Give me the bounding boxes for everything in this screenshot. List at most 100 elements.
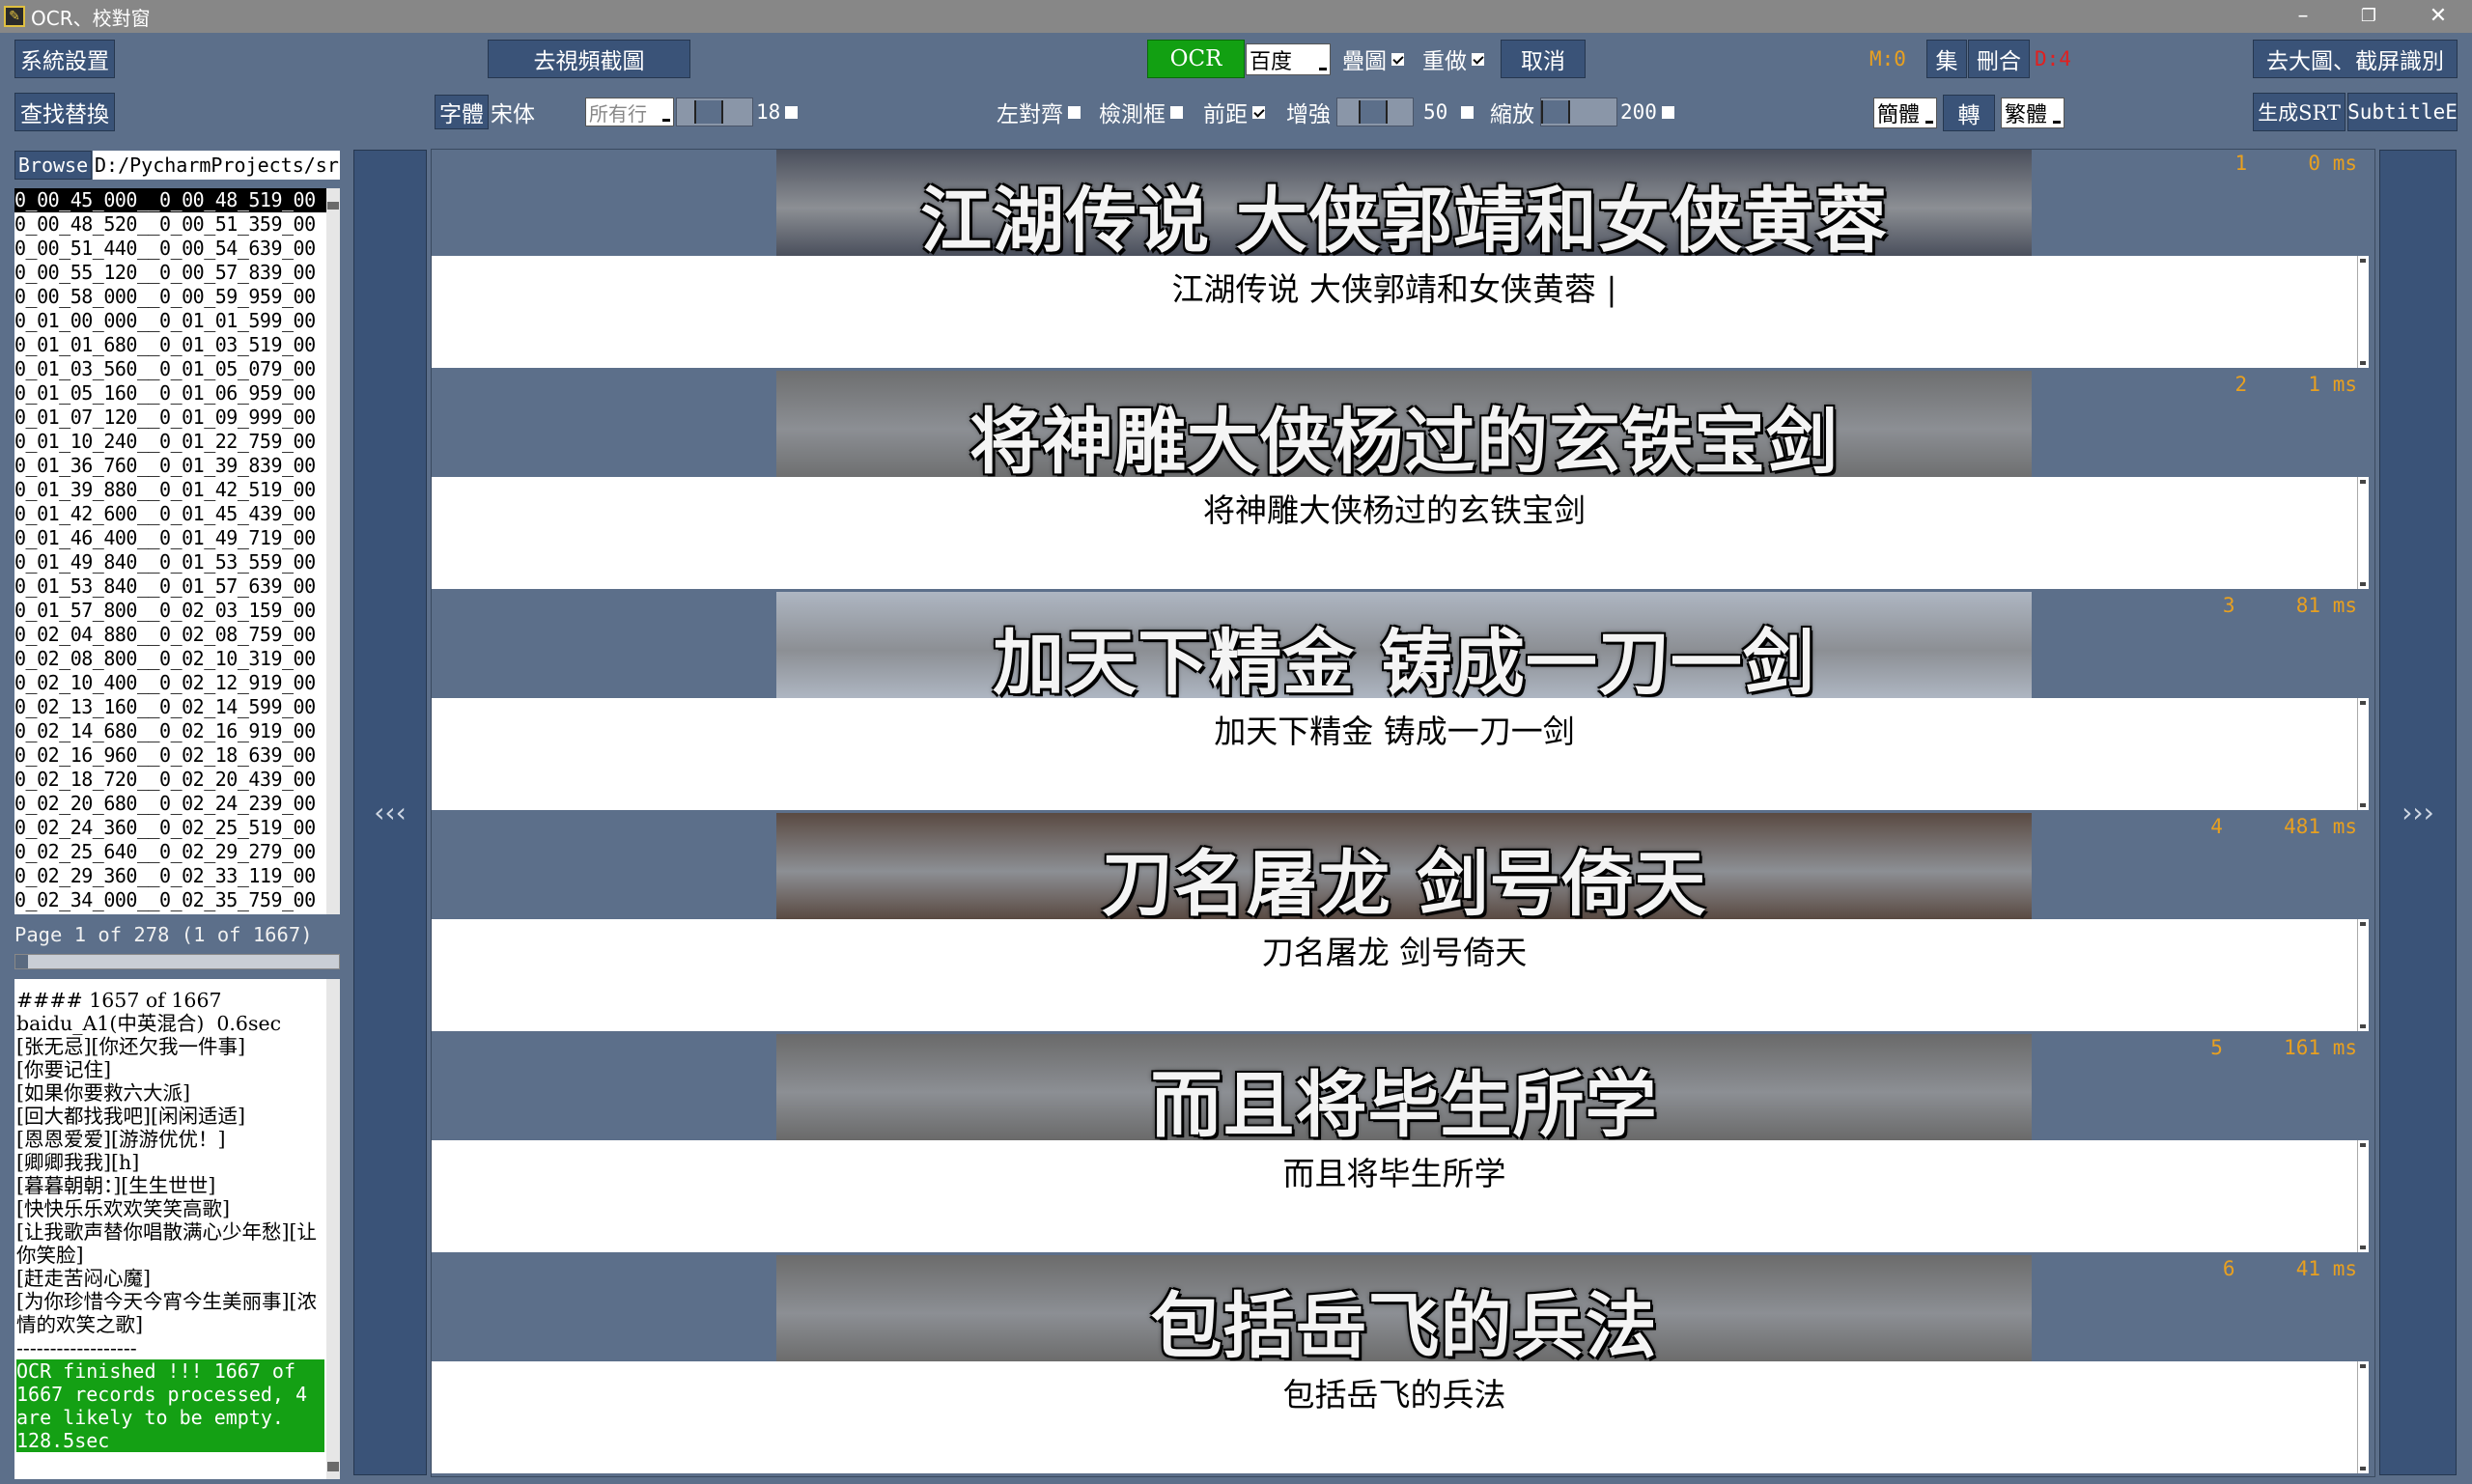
text-scrollbar[interactable] <box>2357 256 2369 368</box>
enhance-checkbox[interactable] <box>1461 105 1475 119</box>
ocr-text-editor[interactable]: 刀名屠龙 剑号倚天 <box>432 919 2357 1031</box>
slider-handle[interactable] <box>1359 100 1388 124</box>
file-list-item[interactable]: 0_01_46_400__0_01_49_719_00 <box>14 526 326 550</box>
traditional-select[interactable]: 繁體 <box>2001 98 2065 128</box>
zoom-slider[interactable] <box>1540 98 1617 126</box>
cancel-button[interactable]: 取消 <box>1501 40 1586 78</box>
file-list-item[interactable]: 0_00_48_520__0_00_51_359_00 <box>14 212 326 237</box>
file-list-item[interactable]: 0_00_55_120__0_00_57_839_00 <box>14 261 326 285</box>
file-list-item[interactable]: 0_01_57_800__0_02_03_159_00 <box>14 599 326 623</box>
file-list-item[interactable]: 0_02_10_400__0_02_12_919_00 <box>14 671 326 695</box>
text-scrollbar[interactable] <box>2357 477 2369 589</box>
file-list-item[interactable]: 0_02_14_680__0_02_16_919_00 <box>14 719 326 743</box>
subtitle-frame-image[interactable]: 包括岳飞的兵法 <box>776 1255 2032 1361</box>
text-scrollbar[interactable] <box>2357 919 2369 1031</box>
prev-page-button[interactable]: ‹‹‹ <box>353 150 427 1475</box>
file-list-item[interactable]: 0_00_58_000__0_00_59_959_00 <box>14 285 326 309</box>
file-list-item[interactable]: 0_02_04_880__0_02_08_759_00 <box>14 623 326 647</box>
ocr-engine-select[interactable]: 百度 <box>1246 43 1331 75</box>
scrollbar-thumb[interactable] <box>327 202 339 210</box>
frame-caption: 江湖传说 大侠郭靖和女侠黄蓉 <box>920 180 1888 256</box>
font-size-slider[interactable] <box>676 98 753 126</box>
redo-toggle[interactable]: 重做 <box>1422 42 1484 76</box>
settings-button[interactable]: 系統設置 <box>14 40 115 78</box>
file-list-item[interactable]: 0_00_51_440__0_00_54_639_00 <box>14 237 326 261</box>
ocr-text-editor[interactable]: 江湖传说 大侠郭靖和女侠黄蓉 | <box>432 256 2357 368</box>
generate-srt-button[interactable]: 生成SRT <box>2253 93 2346 131</box>
file-list-item[interactable]: 0_02_13_160__0_02_14_599_00 <box>14 695 326 719</box>
page-progress-bar[interactable] <box>14 954 340 969</box>
align-left-checkbox[interactable] <box>1068 105 1081 119</box>
enhance-slider[interactable] <box>1336 98 1414 126</box>
scrollbar-thumb[interactable] <box>327 1462 339 1471</box>
zoom-checkbox[interactable] <box>1661 105 1674 119</box>
text-scrollbar[interactable] <box>2357 1361 2369 1473</box>
collect-button[interactable]: 集 <box>1926 40 1967 78</box>
file-list-item[interactable]: 0_01_42_600__0_01_45_439_00 <box>14 502 326 526</box>
file-list-item[interactable]: 0_01_07_120__0_01_09_999_00 <box>14 406 326 430</box>
file-list-item[interactable]: 0_02_29_360__0_02_33_119_00 <box>14 864 326 888</box>
overlay-toggle[interactable]: 疊圖 <box>1342 42 1404 76</box>
subtitle-frame-image[interactable]: 刀名屠龙 剑号倚天 <box>776 813 2032 919</box>
file-list-scrollbar[interactable] <box>326 188 340 914</box>
subtitle-frame-image[interactable]: 将神雕大侠杨过的玄铁宝剑 <box>776 371 2032 477</box>
ocr-text-editor[interactable]: 而且将毕生所学 <box>432 1140 2357 1252</box>
text-scrollbar[interactable] <box>2357 1140 2369 1252</box>
file-list-item[interactable]: 0_02_08_800__0_02_10_319_00 <box>14 647 326 671</box>
minimize-button[interactable]: – <box>2269 0 2337 33</box>
goto-video-capture-button[interactable]: 去視頻截圖 <box>488 40 690 78</box>
file-list-item[interactable]: 0_02_18_720__0_02_20_439_00 <box>14 768 326 792</box>
scope-select[interactable]: 所有行 <box>585 98 674 126</box>
subtitle-edit-button[interactable]: SubtitleE <box>2347 93 2458 131</box>
browse-button[interactable]: Browse <box>14 151 92 180</box>
subtitle-frame-image[interactable]: 加天下精金 铸成一刀一剑 <box>776 592 2032 698</box>
file-list-item[interactable]: 0_01_00_000__0_01_01_599_00 <box>14 309 326 333</box>
ocr-text-editor[interactable]: 将神雕大侠杨过的玄铁宝剑 <box>432 477 2357 589</box>
file-list-item[interactable]: 0_02_34_000__0_02_35_759_00 <box>14 888 326 912</box>
log-scrollbar[interactable] <box>326 979 340 1479</box>
file-list-item[interactable]: 0_02_24_360__0_02_25_519_00 <box>14 816 326 840</box>
m-counter: M:0 <box>1869 47 1906 70</box>
file-list-item[interactable]: 0_00_45_000__0_00_48_519_00 <box>14 188 326 212</box>
big-image-screen-ocr-button[interactable]: 去大圖、截屏識別 <box>2253 40 2458 78</box>
file-list-item[interactable]: 0_01_10_240__0_01_22_759_00 <box>14 430 326 454</box>
file-list-item[interactable]: 0_01_49_840__0_01_53_559_00 <box>14 550 326 574</box>
restore-button[interactable]: ❐ <box>2335 0 2402 33</box>
frame-caption: 将神雕大侠杨过的玄铁宝剑 <box>969 401 1839 477</box>
file-list-item[interactable]: 0_01_39_880__0_01_42_519_00 <box>14 478 326 502</box>
detect-box-checkbox[interactable] <box>1170 105 1183 119</box>
file-list-item[interactable]: 0_01_03_560__0_01_05_079_00 <box>14 357 326 381</box>
file-list-item[interactable]: 0_02_25_640__0_02_29_279_00 <box>14 840 326 864</box>
simplified-select[interactable]: 簡體 <box>1873 98 1937 128</box>
slider-handle[interactable] <box>1541 100 1570 124</box>
convert-button[interactable]: 轉 <box>1943 95 1995 131</box>
font-size-checkbox[interactable] <box>785 105 799 119</box>
subtitle-frame-image[interactable]: 而且将毕生所学 <box>776 1034 2032 1140</box>
redo-checkbox[interactable] <box>1472 52 1484 66</box>
delete-merge-button[interactable]: 刪合 <box>1968 40 2030 78</box>
subtitle-frame-image[interactable]: 江湖传说 大侠郭靖和女侠黄蓉 <box>776 150 2032 256</box>
slider-handle[interactable] <box>694 100 723 124</box>
file-list-item[interactable]: 0_01_36_760__0_01_39_839_00 <box>14 454 326 478</box>
file-list-item[interactable]: 0_01_01_680__0_01_03_519_00 <box>14 333 326 357</box>
find-replace-button[interactable]: 查找替換 <box>14 93 115 131</box>
text-scrollbar[interactable] <box>2357 698 2369 810</box>
next-page-button[interactable]: ››› <box>2379 150 2457 1475</box>
path-field[interactable]: D:/PycharmProjects/sr <box>93 151 340 180</box>
detect-box-toggle[interactable]: 檢測框 <box>1099 95 1183 129</box>
ocr-text-editor[interactable]: 加天下精金 铸成一刀一剑 <box>432 698 2357 810</box>
ocr-text-editor[interactable]: 包括岳飞的兵法 <box>432 1361 2357 1473</box>
overlay-checkbox[interactable] <box>1391 52 1404 66</box>
ocr-button[interactable]: OCR <box>1147 40 1245 78</box>
file-list-item[interactable]: 0_01_05_160__0_01_06_959_00 <box>14 381 326 406</box>
file-list-item[interactable]: 0_02_20_680__0_02_24_239_00 <box>14 792 326 816</box>
align-left-toggle[interactable]: 左對齊 <box>997 95 1081 129</box>
file-list[interactable]: 0_00_45_000__0_00_48_519_00 0_00_48_520__… <box>14 188 326 914</box>
front-margin-toggle[interactable]: 前距 <box>1203 95 1265 129</box>
front-margin-checkbox[interactable] <box>1252 105 1265 119</box>
file-list-item[interactable]: 0_01_53_840__0_01_57_639_00 <box>14 574 326 599</box>
close-button[interactable]: ✕ <box>2404 0 2472 33</box>
file-list-item[interactable]: 0_02_16_960__0_02_18_639_00 <box>14 743 326 768</box>
font-button[interactable]: 字體 <box>435 95 489 129</box>
subtitle-entry: 加天下精金 铸成一刀一剑 3 81 ms 加天下精金 铸成一刀一剑 <box>432 592 2374 810</box>
